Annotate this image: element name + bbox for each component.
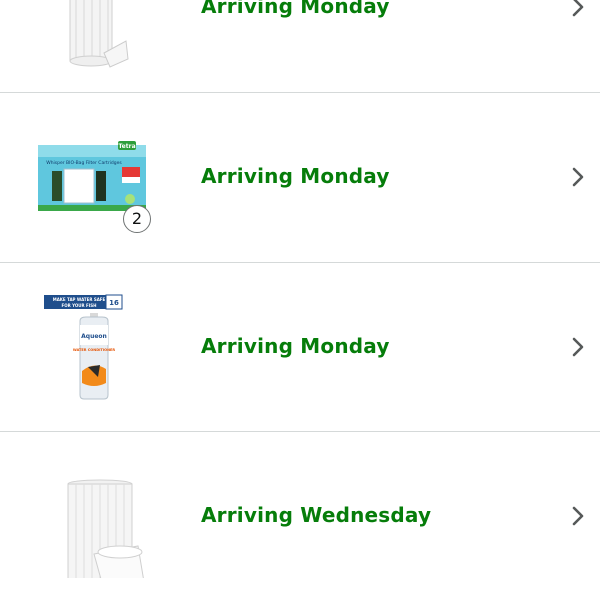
baking-cups-icon [34,0,156,69]
order-row[interactable]: Arriving Wednesday [0,432,600,600]
water-conditioner-bottle-icon: MAKE TAP WATER SAFE FOR YOUR FISH 16 Aqu… [34,285,156,409]
delivery-status: Arriving Monday [201,0,390,18]
svg-text:FOR YOUR FISH: FOR YOUR FISH [62,303,97,308]
delivery-status: Arriving Monday [201,164,390,188]
chevron-right-icon [568,336,588,358]
order-list: Arriving Monday Tetra Whisper BIO-Bag Fi… [0,0,600,600]
svg-text:MAKE TAP WATER SAFE: MAKE TAP WATER SAFE [53,297,106,302]
svg-text:Tetra: Tetra [118,143,135,150]
chevron-right-icon [568,0,588,18]
chevron-right-icon [568,505,588,527]
chevron-right-icon [568,166,588,188]
delivery-status: Arriving Monday [201,334,390,358]
order-row[interactable]: Tetra Whisper BIO-Bag Filter Cartridges … [0,93,600,261]
svg-text:Aqueon: Aqueon [81,333,107,340]
delivery-status: Arriving Wednesday [201,503,432,527]
order-row[interactable]: Arriving Monday [0,0,600,91]
order-row[interactable]: MAKE TAP WATER SAFE FOR YOUR FISH 16 Aqu… [0,263,600,431]
svg-text:Whisper BIO-Bag Filter Cartrid: Whisper BIO-Bag Filter Cartridges [46,160,122,166]
svg-text:WATER CONDITIONER: WATER CONDITIONER [73,348,115,352]
quantity-badge: 2 [123,205,151,233]
svg-text:16: 16 [109,299,119,307]
baking-cups-icon [34,454,156,578]
